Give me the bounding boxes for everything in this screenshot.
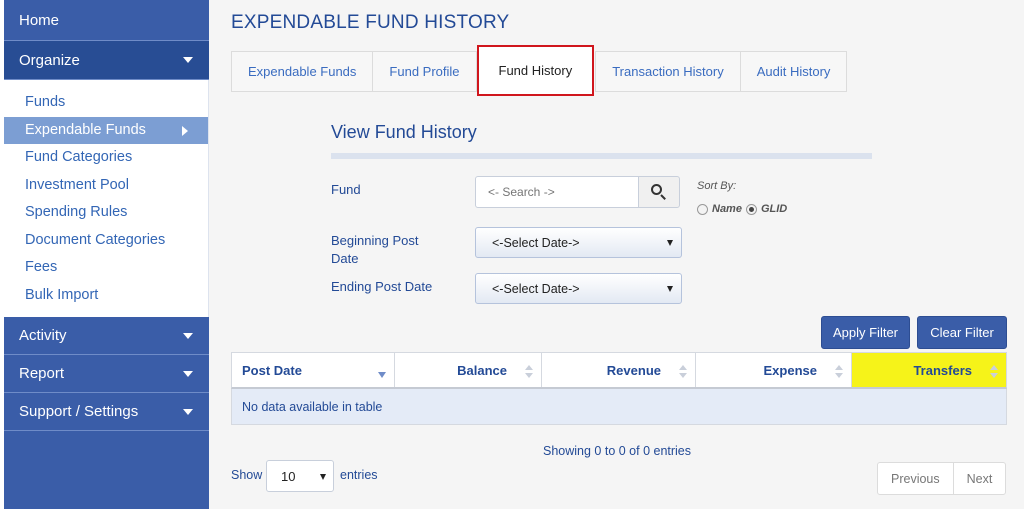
apply-filter-button[interactable]: Apply Filter	[821, 316, 910, 349]
tab-expendable-funds[interactable]: Expendable Funds	[231, 51, 374, 92]
nav-report-label: Report	[19, 365, 65, 382]
sidebar: Home Organize Funds Expendable Funds Fun…	[4, 0, 209, 509]
sidebar-item-expendable-funds[interactable]: Expendable Funds	[4, 116, 208, 144]
sidebar-item-fees[interactable]: Fees	[4, 254, 208, 282]
sort-by-options: Name GLID	[697, 203, 787, 215]
sidebar-item-funds[interactable]: Funds	[4, 89, 208, 117]
nav-activity[interactable]: Activity	[4, 317, 209, 355]
column-label: Post Date	[242, 362, 302, 378]
previous-page-button[interactable]: Previous	[877, 462, 954, 495]
beginning-date-value: <-Select Date->	[492, 235, 580, 250]
column-transfers[interactable]: Transfers	[852, 353, 1006, 387]
sidebar-item-investment-pool[interactable]: Investment Pool	[4, 172, 208, 200]
table-header: Post Date Balance Revenue Expense Transf…	[231, 352, 1007, 389]
table-info: Showing 0 to 0 of 0 entries	[543, 444, 692, 458]
page-length-select[interactable]: 10	[266, 460, 334, 492]
nav-support-label: Support / Settings	[19, 403, 139, 420]
chevron-right-icon	[182, 125, 188, 136]
beginning-post-date-label: Beginning Post Date	[331, 232, 418, 268]
nav-support-settings[interactable]: Support / Settings	[4, 393, 209, 431]
tab-audit-history[interactable]: Audit History	[739, 51, 848, 92]
fund-history-table: Post Date Balance Revenue Expense Transf…	[231, 352, 1007, 425]
main-content: EXPENDABLE FUND HISTORY Expendable Funds…	[209, 0, 1024, 509]
ending-date-value: <-Select Date->	[492, 281, 580, 296]
column-label: Balance	[457, 362, 507, 378]
fund-label: Fund	[331, 182, 361, 197]
column-revenue[interactable]: Revenue	[542, 353, 696, 387]
chevron-down-icon	[183, 332, 193, 339]
column-expense[interactable]: Expense	[696, 353, 852, 387]
nav-organize[interactable]: Organize	[4, 41, 209, 80]
sidebar-item-bulk-import[interactable]: Bulk Import	[4, 282, 208, 310]
sidebar-item-spending-rules[interactable]: Spending Rules	[4, 199, 208, 227]
sort-glid-radio[interactable]	[745, 203, 757, 215]
title-divider	[331, 153, 872, 159]
nav-home[interactable]: Home	[4, 0, 209, 41]
sort-icon	[679, 365, 687, 379]
sort-desc-icon	[378, 372, 386, 378]
sort-name-label: Name	[712, 203, 742, 215]
search-icon	[651, 184, 667, 200]
tab-fund-profile[interactable]: Fund Profile	[372, 51, 477, 92]
sidebar-item-label: Expendable Funds	[25, 121, 146, 138]
beginning-label-line-1: Beginning Post	[331, 233, 419, 248]
nav-home-label: Home	[19, 11, 60, 29]
dropdown-arrow-icon	[320, 474, 326, 480]
beginning-label-line-2: Date	[331, 251, 359, 266]
organize-submenu: Funds Expendable Funds Fund Categories I…	[4, 80, 209, 317]
chevron-down-icon	[183, 408, 193, 415]
pagination: Previous Next	[877, 462, 1007, 495]
column-post-date[interactable]: Post Date	[232, 353, 395, 387]
column-balance[interactable]: Balance	[395, 353, 542, 387]
sort-icon	[835, 365, 843, 379]
tab-transaction-history[interactable]: Transaction History	[595, 51, 741, 92]
sidebar-item-fund-categories[interactable]: Fund Categories	[4, 144, 208, 172]
sort-icon	[525, 365, 533, 379]
column-label: Transfers	[913, 362, 972, 378]
show-label: Show	[231, 468, 263, 482]
sort-glid-label: GLID	[760, 203, 788, 215]
form-title: View Fund History	[331, 122, 477, 142]
beginning-date-select[interactable]: <-Select Date->	[475, 227, 682, 258]
chevron-down-icon	[183, 57, 193, 63]
sort-icon	[990, 365, 998, 379]
sidebar-item-document-categories[interactable]: Document Categories	[4, 227, 208, 255]
column-label: Expense	[763, 362, 817, 378]
fund-search-input[interactable]	[475, 176, 639, 208]
next-page-button[interactable]: Next	[952, 462, 1007, 495]
sort-by-label: Sort By:	[697, 180, 737, 192]
chevron-down-icon	[183, 370, 193, 377]
sort-name-radio[interactable]	[697, 203, 708, 215]
tab-bar: Expendable Funds Fund Profile Fund Histo…	[231, 45, 848, 96]
nav-organize-label: Organize	[19, 51, 80, 69]
empty-table-row: No data available in table	[231, 389, 1007, 425]
page-length-value: 10	[281, 468, 296, 484]
entries-label: entries	[340, 468, 378, 482]
page-title: EXPENDABLE FUND HISTORY	[231, 12, 510, 33]
dropdown-arrow-icon	[667, 240, 673, 246]
clear-filter-button[interactable]: Clear Filter	[917, 316, 1007, 349]
column-label: Revenue	[606, 362, 661, 378]
tab-fund-history[interactable]: Fund History	[476, 45, 595, 96]
ending-date-select[interactable]: <-Select Date->	[475, 273, 682, 304]
dropdown-arrow-icon	[667, 286, 673, 292]
nav-report[interactable]: Report	[4, 355, 209, 393]
search-button[interactable]	[638, 176, 680, 208]
nav-activity-label: Activity	[19, 327, 67, 344]
ending-post-date-label: Ending Post Date	[331, 279, 433, 294]
